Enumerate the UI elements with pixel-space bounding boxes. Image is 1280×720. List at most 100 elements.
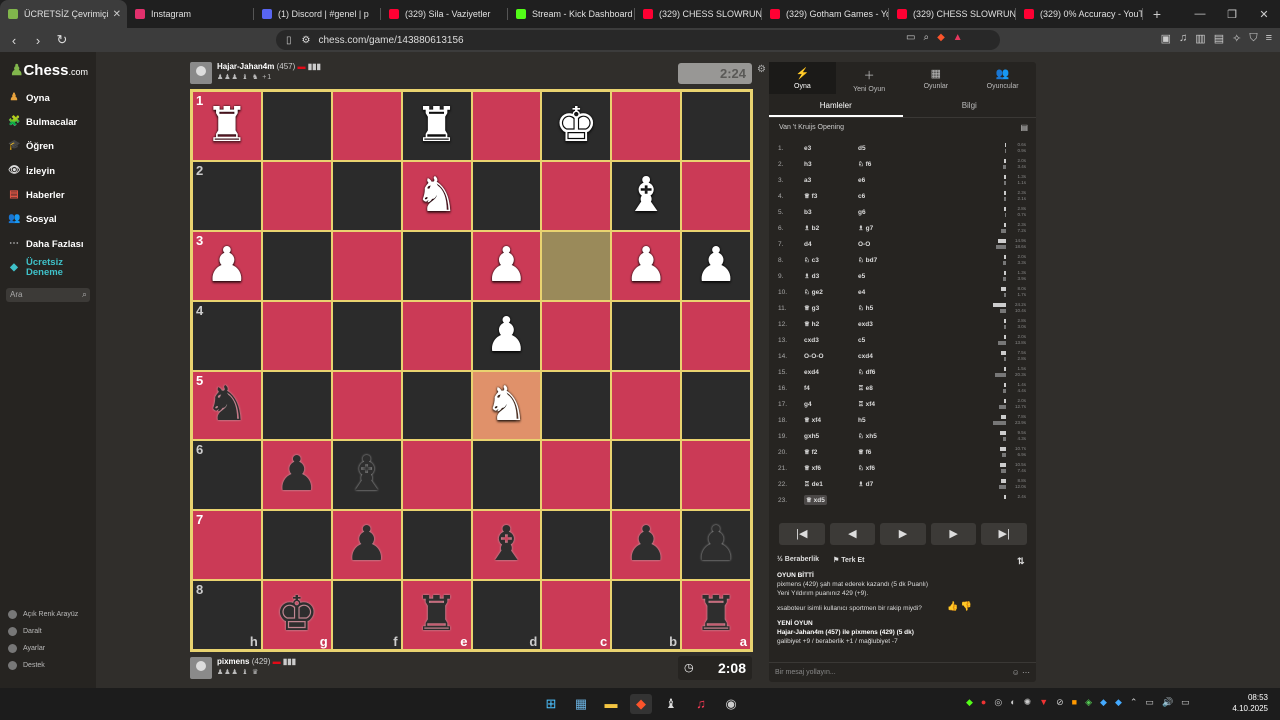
black-move[interactable]: exd3 [858,321,918,328]
black-move[interactable]: ♕ f6 [858,448,918,456]
sidebar-footer-item[interactable]: Ayarlar [8,644,45,653]
panel-tab[interactable]: ⚡ Oyna [769,62,836,94]
panel-tab[interactable]: ＋ Yeni Oyun [836,62,903,94]
tray-app-icon[interactable]: ◎ [994,697,1002,708]
forward-icon[interactable]: › [28,33,48,48]
sidebar-item[interactable]: ⋯ Daha Fazlası [8,234,84,254]
board-square[interactable] [681,160,751,231]
sidebar-item[interactable]: 🎓 Öğren [8,136,54,156]
next-move-button[interactable]: ▶ [930,523,977,545]
wallet-icon[interactable]: ▤ [1214,32,1224,45]
black-move[interactable]: ♘ bd7 [858,256,918,264]
steam-icon[interactable]: ◉ [720,694,742,714]
white-pawn-icon[interactable]: ♟ [485,311,528,360]
white-move[interactable]: ♗ d3 [804,272,858,280]
chess-logo[interactable]: ♟Chess.com [10,61,88,79]
panel-subtab[interactable]: Hamleler [769,94,903,117]
close-tab-icon[interactable]: ✕ [113,9,121,20]
white-move[interactable]: f4 [804,385,858,392]
browser-tab[interactable]: (329) CHESS SLOWRUN E [635,0,762,28]
board-square[interactable] [401,300,472,371]
white-move[interactable]: ♕ f3 [804,192,858,200]
board-square[interactable]: ♟ [681,230,751,301]
board-square[interactable]: 4 [192,300,262,371]
sidebar-footer-item[interactable]: Daralt [8,627,42,636]
black-move[interactable]: ♘ f6 [858,160,918,168]
black-move[interactable]: g6 [858,209,918,216]
avatar[interactable] [190,62,212,84]
draw-button[interactable]: ½ Beraberlik [777,556,819,564]
black-pawn-icon[interactable]: ♟ [345,521,388,569]
black-pawn-icon[interactable]: ♟ [275,451,318,499]
white-move[interactable]: g4 [804,401,858,408]
board-square[interactable] [401,230,472,301]
black-move[interactable]: h5 [858,417,918,424]
browser-tab[interactable]: ÜCRETSİZ Çevrimiçi ✕ [0,0,127,28]
volume-icon[interactable]: 🔊 [1162,697,1173,708]
bottom-player-name[interactable]: pixmens (429) ▬ ▮▮▮ [217,657,296,666]
white-move[interactable]: cxd3 [804,337,858,344]
resign-button[interactable]: ⚑ Terk Et [833,556,864,564]
black-move[interactable]: ♗ g7 [858,224,918,232]
black-move[interactable]: d5 [858,145,918,152]
vpn-icon[interactable]: ⛉ [1249,32,1257,45]
white-pawn-icon[interactable]: ♟ [625,241,668,290]
sidebar-item[interactable]: 👥 Sosyal [8,209,57,229]
board-square[interactable]: 6 [192,440,262,511]
black-move[interactable]: ♘ xh5 [858,432,918,440]
board-square[interactable]: ♝ [331,440,402,511]
flip-board-icon[interactable]: ⇅ [1017,556,1025,567]
browser-tab[interactable]: Stream - Kick Dashboard [508,0,635,28]
black-move[interactable]: e4 [858,289,918,296]
white-move[interactable]: gxh5 [804,433,858,440]
first-move-button[interactable]: |◀ [779,523,825,545]
minimize-icon[interactable]: — [1184,8,1216,21]
black-pawn-icon[interactable]: ♟ [625,521,668,569]
board-square[interactable]: ♝ [611,160,682,231]
board-square[interactable]: 2 [192,160,262,231]
white-move[interactable]: ♖ de1 [804,480,858,488]
sidebar-item[interactable]: ♟ Oyna [8,88,50,108]
board-square[interactable] [471,91,542,161]
chat-input[interactable]: Bir mesaj yollayın... ☺ ⋯ [769,662,1036,682]
display-icon[interactable]: ▭ [1145,697,1154,708]
board-square[interactable]: b [611,580,682,650]
white-pawn-icon[interactable]: ♟ [485,241,528,290]
board-square[interactable]: ♟ [331,510,402,581]
white-move[interactable]: a3 [804,177,858,184]
board-square[interactable]: 5 ♞ [192,370,262,441]
black-move[interactable]: c5 [858,337,918,344]
black-rook-icon[interactable]: ♜ [415,591,458,639]
site-info-icon[interactable]: ⚙ [302,35,311,46]
board-square[interactable]: ♟ [681,510,751,581]
tray-app-icon[interactable]: ◆ [966,697,973,708]
white-move[interactable]: ♘ ge2 [804,288,858,296]
white-move[interactable]: exd4 [804,369,858,376]
maximize-icon[interactable]: ❐ [1216,8,1248,21]
browser-tab[interactable]: (329) 0% Accuracy - YouTu [1016,0,1143,28]
brave-shield-icon[interactable]: ◆ [937,32,945,43]
black-knight-icon[interactable]: ♞ [205,381,248,429]
tray-app-icon[interactable]: ◆ [1100,697,1107,708]
black-move[interactable]: ♘ df6 [858,368,918,376]
board-square[interactable] [331,230,402,301]
board-square[interactable] [401,510,472,581]
white-move[interactable]: ♕ g3 [804,304,858,312]
sidebar-item[interactable]: ▤ Haberler [8,185,64,205]
board-square[interactable] [471,440,542,511]
board-square[interactable] [261,370,332,441]
tray-app-icon[interactable]: ▼ [1039,697,1048,708]
black-move[interactable]: ♘ h5 [858,304,918,312]
white-move[interactable]: ♗ b2 [804,224,858,232]
cast-icon[interactable]: ▭ [906,32,915,43]
black-king-icon[interactable]: ♚ [275,591,318,639]
avatar[interactable] [190,657,212,679]
board-square[interactable] [681,91,751,161]
board-square[interactable]: 3 ♟ [192,230,262,301]
board-square[interactable] [611,91,682,161]
music-icon[interactable]: ♫ [1179,32,1187,45]
zoom-icon[interactable]: ⌕ [923,32,929,43]
board-square[interactable]: f [331,580,402,650]
panel-subtab[interactable]: Bilgi [903,94,1037,117]
board-square[interactable] [331,91,402,161]
